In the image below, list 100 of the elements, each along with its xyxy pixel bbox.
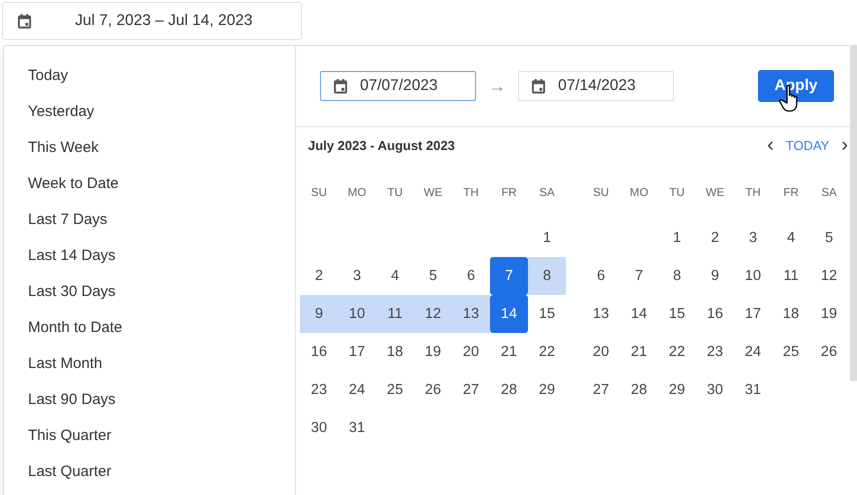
calendar-day[interactable]: 3 xyxy=(338,257,376,295)
preset-option[interactable]: Week to Date xyxy=(4,166,119,202)
preset-option[interactable]: Today xyxy=(4,58,68,94)
calendar-day[interactable]: 7 xyxy=(490,257,528,295)
preset-option[interactable]: Last Month xyxy=(4,346,102,382)
calendar-day[interactable]: 19 xyxy=(414,333,452,371)
calendar-day[interactable]: 24 xyxy=(734,333,772,371)
calendar-day[interactable]: 31 xyxy=(338,409,376,447)
calendar-day[interactable]: 22 xyxy=(658,333,696,371)
calendar-day[interactable]: 14 xyxy=(620,295,658,333)
calendar-day[interactable]: 10 xyxy=(338,295,376,333)
calendar-day[interactable]: 4 xyxy=(376,257,414,295)
previous-button[interactable]: ‹ xyxy=(763,135,778,155)
calendar-day[interactable]: 13 xyxy=(582,295,620,333)
calendar-day[interactable]: 4 xyxy=(772,219,810,257)
calendar-day[interactable]: 5 xyxy=(414,257,452,295)
calendar-day[interactable]: 9 xyxy=(696,257,734,295)
calendar-day[interactable]: 1 xyxy=(658,219,696,257)
calendar-day[interactable]: 8 xyxy=(658,257,696,295)
calendar-day[interactable]: 22 xyxy=(528,333,566,371)
calendar-day[interactable]: 26 xyxy=(810,333,848,371)
preset-option[interactable]: Last 14 Days xyxy=(4,238,116,274)
calendar-day[interactable]: 2 xyxy=(300,257,338,295)
calendar-icon xyxy=(17,13,32,29)
calendar-day[interactable]: 29 xyxy=(658,371,696,409)
calendar-day[interactable]: 28 xyxy=(620,371,658,409)
calendar-day[interactable]: 15 xyxy=(658,295,696,333)
weekday-label: MO xyxy=(628,187,650,199)
calendar-day[interactable]: 19 xyxy=(810,295,848,333)
calendar-day[interactable]: 27 xyxy=(582,371,620,409)
preset-option[interactable]: Yesterday xyxy=(4,94,94,130)
calendar-day[interactable]: 12 xyxy=(810,257,848,295)
calendar-day[interactable]: 16 xyxy=(300,333,338,371)
calendar-day[interactable]: 9 xyxy=(300,295,338,333)
calendar-day[interactable]: 3 xyxy=(734,219,772,257)
calendar-day[interactable]: 21 xyxy=(490,333,528,371)
today-link[interactable]: TODAY xyxy=(784,138,832,152)
calendar-day[interactable]: 30 xyxy=(696,371,734,409)
calendar-day[interactable]: 5 xyxy=(810,219,848,257)
calendar-day[interactable]: 8 xyxy=(528,257,566,295)
calendar-day[interactable]: 28 xyxy=(490,371,528,409)
weekday-label: SA xyxy=(538,187,556,199)
weekday-label: SU xyxy=(592,187,610,199)
calendar-day[interactable]: 11 xyxy=(772,257,810,295)
calendar-day[interactable]: 14 xyxy=(490,295,528,333)
weekday-label: SU xyxy=(310,187,328,199)
preset-option[interactable]: This Quarter xyxy=(4,418,112,454)
preset-option[interactable]: Last Quarter xyxy=(4,454,112,490)
calendar-day[interactable]: 25 xyxy=(772,333,810,371)
calendar-day[interactable]: 12 xyxy=(414,295,452,333)
weekday-label: TU xyxy=(386,187,404,199)
calendar-day[interactable]: 21 xyxy=(620,333,658,371)
calendar-day[interactable]: 24 xyxy=(338,371,376,409)
calendar-day[interactable]: 16 xyxy=(696,295,734,333)
weekday-label: SA xyxy=(820,187,838,199)
calendar-day[interactable]: 18 xyxy=(772,295,810,333)
calendar-day[interactable]: 6 xyxy=(582,257,620,295)
preset-option[interactable]: This Week xyxy=(4,130,99,166)
calendar-day[interactable]: 31 xyxy=(734,371,772,409)
calendar-day[interactable]: 13 xyxy=(452,295,490,333)
calendar-icon xyxy=(531,78,546,94)
calendar-day[interactable]: 30 xyxy=(300,409,338,447)
next-button[interactable]: › xyxy=(837,135,852,155)
calendar-day[interactable]: 29 xyxy=(528,371,566,409)
calendar-day[interactable]: 27 xyxy=(452,371,490,409)
preset-option[interactable]: Month to Date xyxy=(4,310,122,346)
month-range-title: July 2023 - August 2023 xyxy=(308,138,455,152)
weekday-label: FR xyxy=(500,187,518,199)
calendar-day[interactable]: 10 xyxy=(734,257,772,295)
calendar-icon xyxy=(333,78,348,94)
weekday-label: WE xyxy=(704,187,726,199)
calendar-day[interactable]: 15 xyxy=(528,295,566,333)
arrow-text: → xyxy=(488,76,506,96)
calendar-day[interactable]: 20 xyxy=(452,333,490,371)
preset-option[interactable]: Last 30 Days xyxy=(4,274,116,310)
calendar-day[interactable]: 17 xyxy=(734,295,772,333)
calendar-day[interactable]: 20 xyxy=(582,333,620,371)
scrollbar[interactable] xyxy=(850,46,857,381)
calendar-day[interactable]: 23 xyxy=(300,371,338,409)
calendar-day[interactable]: 23 xyxy=(696,333,734,371)
calendar-day[interactable]: 18 xyxy=(376,333,414,371)
calendar-day[interactable]: 2 xyxy=(696,219,734,257)
calendar-day[interactable]: 26 xyxy=(414,371,452,409)
calendar-day[interactable]: 1 xyxy=(528,219,566,257)
preset-option[interactable]: Last 7 Days xyxy=(4,202,108,238)
calendar-day[interactable]: 11 xyxy=(376,295,414,333)
weekday-label: TU xyxy=(668,187,686,199)
calendar-day[interactable]: 6 xyxy=(452,257,490,295)
weekday-label: TH xyxy=(462,187,480,199)
calendar-day[interactable]: 17 xyxy=(338,333,376,371)
weekday-label: FR xyxy=(782,187,800,199)
calendar-day[interactable]: 7 xyxy=(620,257,658,295)
start-date-field[interactable]: 07/07/2023 xyxy=(320,71,476,101)
weekday-label: TH xyxy=(744,187,762,199)
calendar-day[interactable]: 25 xyxy=(376,371,414,409)
date-range-button[interactable]: Jul 7, 2023 – Jul 14, 2023 xyxy=(2,2,302,40)
weekday-label: MO xyxy=(346,187,368,199)
preset-option[interactable]: Last 90 Days xyxy=(4,382,116,418)
end-date-field[interactable]: 07/14/2023 xyxy=(518,71,674,101)
weekday-label: WE xyxy=(422,187,444,199)
